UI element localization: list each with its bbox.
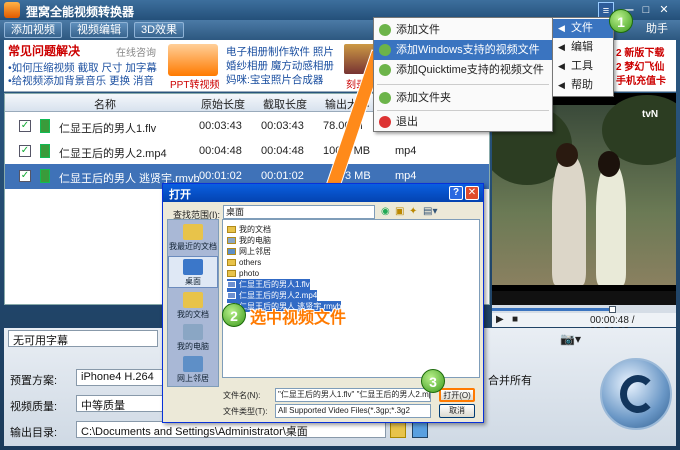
dialog-close-button[interactable]: ✕ xyxy=(465,186,479,200)
menu-help[interactable]: ◀ 帮助 xyxy=(553,76,613,95)
dialog-help-button[interactable]: ? xyxy=(449,186,463,200)
folder-icon xyxy=(227,259,236,266)
my-computer-icon xyxy=(183,324,203,340)
step-badge-3: 3 xyxy=(421,369,445,393)
menu-add-file[interactable]: 添加文件 xyxy=(374,20,552,40)
place-recent-label: 我最近的文档 xyxy=(169,242,217,251)
place-network-label: 网上邻居 xyxy=(177,374,209,383)
list-item[interactable]: 仁显王后的男人1.flv xyxy=(227,279,310,290)
main-menu: ◀ 文件 ◀ 编辑 ◀ 工具 ◀ 帮助 xyxy=(552,17,614,97)
lookin-select[interactable]: 桌面 xyxy=(223,205,375,219)
step-badge-2: 2 xyxy=(222,303,246,327)
list-item[interactable]: 我的文档 xyxy=(227,224,271,235)
menu-add-quicktime-video[interactable]: 添加Quicktime支持的视频文件 xyxy=(374,60,552,80)
filename-input[interactable]: "仁显王后的男人1.flv" "仁显王后的男人2.mp4" xyxy=(275,388,431,402)
new-folder-icon[interactable]: ✦ xyxy=(409,206,417,217)
add-quicktime-icon xyxy=(379,64,391,76)
place-my-computer[interactable]: 我的电脑 xyxy=(168,322,218,354)
list-item[interactable]: others xyxy=(227,257,261,268)
menu-add-windows-label: 添加Windows支持的视频文件 xyxy=(396,44,540,56)
add-file-icon xyxy=(379,24,391,36)
folder-icon xyxy=(227,226,236,233)
menu-add-quicktime-label: 添加Quicktime支持的视频文件 xyxy=(396,64,544,76)
list-item[interactable]: photo xyxy=(227,268,259,279)
place-network[interactable]: 网上邻居 xyxy=(168,354,218,386)
place-my-computer-label: 我的电脑 xyxy=(177,342,209,351)
places-bar: 我最近的文档 桌面 我的文档 我的电脑 网上邻居 xyxy=(167,219,219,387)
list-item[interactable]: 仁显王后的男人2.mp4 xyxy=(227,290,318,301)
back-icon[interactable]: ◉ xyxy=(381,206,390,217)
menu-tools[interactable]: ◀ 工具 xyxy=(553,57,613,76)
cancel-button[interactable]: 取消 xyxy=(439,404,475,418)
place-recent[interactable]: 我最近的文档 xyxy=(168,222,218,254)
filename-label: 文件名(N): xyxy=(223,391,261,400)
video-file-icon xyxy=(227,292,236,299)
list-item-label: 仁显王后的男人2.mp4 xyxy=(239,291,318,300)
step-badge-1: 1 xyxy=(609,9,633,33)
list-item-label: others xyxy=(239,258,262,267)
filetype-select[interactable]: All Supported Video Files(*.3gp;*.3g2 xyxy=(275,404,431,418)
menu-add-folder-label: 添加文件夹 xyxy=(396,92,451,104)
menu-exit[interactable]: 退出 xyxy=(374,112,552,132)
my-documents-icon xyxy=(183,292,203,308)
folder-icon xyxy=(227,270,236,277)
place-desktop-label: 桌面 xyxy=(185,277,201,286)
list-item[interactable]: 网上邻居 xyxy=(227,246,271,257)
lookin-value: 桌面 xyxy=(226,207,245,217)
menu-edit-label: 编辑 xyxy=(571,41,593,53)
filetype-value: All Supported Video Files(*.3gp;*.3g2 xyxy=(278,406,410,415)
file-browser-list: 我的文档 我的电脑 网上邻居 others photo 仁显王后的男人1.flv… xyxy=(222,219,480,378)
app-window: 狸窝全能视频转换器 ≡ — □ ✕ 添加视频 视频编辑 3D效果 助手 常见问题… xyxy=(0,0,680,450)
menu-add-file-label: 添加文件 xyxy=(396,24,440,36)
list-item-label: 仁显王后的男人1.flv xyxy=(239,280,310,289)
list-item[interactable]: 我的电脑 xyxy=(227,235,271,246)
menu-add-folder[interactable]: 添加文件夹 xyxy=(374,88,552,108)
place-my-docs[interactable]: 我的文档 xyxy=(168,290,218,322)
list-item-label: photo xyxy=(239,269,260,278)
instruction-callout: 选中视频文件 xyxy=(250,310,347,327)
place-my-docs-label: 我的文档 xyxy=(177,310,209,319)
list-item-label: 我的电脑 xyxy=(239,236,271,245)
view-menu-icon[interactable]: ▤▾ xyxy=(423,206,437,217)
dialog-title: 打开 xyxy=(169,189,191,201)
dialog-title-bar: 打开 ? ✕ xyxy=(163,184,483,202)
file-submenu: 添加文件 添加Windows支持的视频文件 添加Quicktime支持的视频文件… xyxy=(373,17,553,132)
place-desktop[interactable]: 桌面 xyxy=(168,256,218,288)
list-item-label: 我的文档 xyxy=(239,225,271,234)
menu-help-label: 帮助 xyxy=(571,79,593,91)
exit-icon xyxy=(379,116,391,128)
menu-tools-label: 工具 xyxy=(571,60,593,72)
menu-file[interactable]: ◀ 文件 xyxy=(553,19,613,38)
menu-edit[interactable]: ◀ 编辑 xyxy=(553,38,613,57)
network-icon xyxy=(227,248,236,255)
add-windows-icon xyxy=(379,44,391,56)
recent-docs-icon xyxy=(183,224,203,240)
add-folder-icon xyxy=(379,92,391,104)
filename-value: "仁显王后的男人1.flv" "仁显王后的男人2.mp4" xyxy=(278,390,431,399)
open-button[interactable]: 打开(O) xyxy=(439,388,475,402)
filetype-label: 文件类型(T): xyxy=(223,407,268,416)
list-item-label: 网上邻居 xyxy=(239,247,271,256)
menu-file-label: 文件 xyxy=(571,22,593,34)
video-file-icon xyxy=(227,281,236,288)
menu-add-windows-video[interactable]: 添加Windows支持的视频文件 xyxy=(374,40,552,60)
network-icon xyxy=(183,356,203,372)
computer-icon xyxy=(227,237,236,244)
menu-exit-label: 退出 xyxy=(396,116,418,128)
desktop-icon xyxy=(183,259,203,275)
up-folder-icon[interactable]: ▣ xyxy=(395,206,404,217)
